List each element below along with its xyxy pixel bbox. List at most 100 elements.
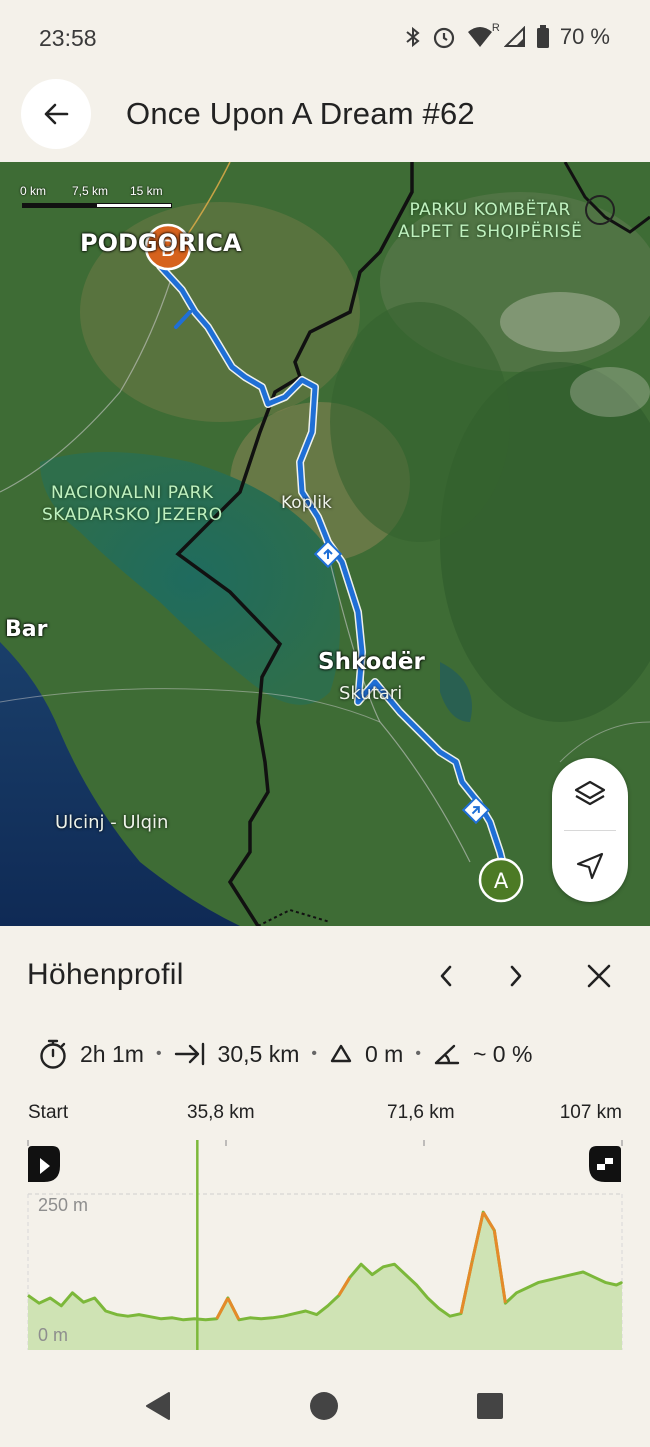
system-back-button[interactable] <box>140 1388 176 1424</box>
recents-square-icon <box>477 1393 503 1419</box>
elevation-point <box>104 1310 107 1312</box>
distance-value: 30,5 km <box>217 1040 300 1067</box>
home-circle-icon <box>310 1392 338 1420</box>
elevation-point <box>371 1273 373 1276</box>
elevation-point <box>160 1318 163 1320</box>
map-label-ulcinj: Ulcinj - Ulqin <box>55 812 169 833</box>
elevation-point <box>204 1319 207 1321</box>
system-nav-bar <box>0 1366 650 1447</box>
start-flag <box>28 1146 60 1182</box>
map-scale: 0 km 7,5 km 15 km <box>20 184 175 210</box>
map-controls <box>552 758 628 902</box>
previous-button[interactable] <box>426 956 466 996</box>
axis-ticks <box>27 1136 623 1146</box>
map-label-park-albania: PARKU KOMBËTAR ALPET E SHQIPËRISË <box>398 200 583 242</box>
chevron-right-icon <box>510 965 522 987</box>
back-button[interactable] <box>21 79 91 149</box>
elevation-point <box>571 1273 573 1276</box>
elevation-point <box>82 1301 85 1303</box>
elevation-point <box>349 1276 351 1278</box>
elevation-point <box>426 1297 429 1299</box>
elevation-point <box>621 1281 623 1284</box>
header: Once Upon A Dream #62 <box>0 76 650 162</box>
chevron-left-icon <box>440 965 452 987</box>
wifi-icon: R <box>466 22 500 48</box>
stat-gradient: ~ 0 % <box>433 1041 532 1068</box>
distance-arrow-icon <box>174 1042 204 1066</box>
back-triangle-icon <box>146 1392 170 1420</box>
elevation-point <box>549 1279 551 1281</box>
chart-min-label: 0 m <box>38 1325 69 1345</box>
signal-icon <box>503 26 526 48</box>
elevation-chart[interactable]: 250 m 0 m <box>0 1098 650 1350</box>
elevation-point <box>360 1263 362 1265</box>
elevation-point <box>593 1276 596 1278</box>
elevation-point <box>449 1315 451 1317</box>
stopwatch-icon <box>40 1039 66 1069</box>
elevation-value: 0 m <box>364 1040 404 1067</box>
close-icon <box>587 964 611 988</box>
navigation-arrow-icon <box>576 852 604 880</box>
elevation-point <box>71 1292 74 1294</box>
status-icons: R 70 % <box>404 22 610 50</box>
status-bar: 23:58 R 70 % <box>0 0 650 76</box>
map-view[interactable]: B A 0 km 7,5 km 15 km PODGORICA PARKU KO… <box>0 162 650 926</box>
axis-label-tick1: 35,8 km <box>187 1102 255 1123</box>
map-label-park-skadar: NACIONALNI PARK SKADARSKO JEZERO <box>42 483 223 525</box>
elevation-point <box>138 1313 140 1316</box>
elevation-point <box>38 1302 40 1304</box>
gradient-angle-icon <box>434 1044 460 1065</box>
stat-distance: 30,5 km <box>174 1040 300 1068</box>
elevation-point <box>615 1284 618 1286</box>
elevation-point <box>304 1310 307 1312</box>
system-home-button[interactable] <box>306 1388 342 1424</box>
elevation-point <box>116 1313 118 1316</box>
start-marker[interactable]: A <box>478 857 524 903</box>
layers-button[interactable] <box>552 758 628 830</box>
elevation-point <box>60 1305 63 1307</box>
elevation-point <box>293 1312 296 1315</box>
locate-button[interactable] <box>552 830 628 902</box>
duration-value: 2h 1m <box>80 1040 144 1067</box>
elevation-point <box>393 1263 396 1265</box>
scale-label-1: 7,5 km <box>72 184 109 198</box>
axis-label-tick2: 71,6 km <box>387 1102 455 1123</box>
axis-label-start: Start <box>28 1102 69 1123</box>
elevation-point <box>415 1284 418 1286</box>
stat-duration: 2h 1m <box>38 1038 144 1070</box>
panel-title: Höhenprofil <box>27 958 184 991</box>
elevation-point <box>404 1273 407 1276</box>
bluetooth-icon <box>404 26 422 48</box>
elevation-point <box>515 1292 518 1294</box>
elevation-point <box>582 1271 584 1273</box>
close-button[interactable] <box>579 956 619 996</box>
elevation-point <box>271 1316 274 1319</box>
elevation-point <box>382 1266 385 1268</box>
network-badge: R <box>491 22 500 34</box>
elevation-point <box>49 1297 52 1299</box>
elevation-point <box>193 1318 196 1320</box>
system-recents-button[interactable] <box>472 1388 508 1424</box>
elevation-point <box>438 1307 440 1310</box>
battery-icon <box>536 25 550 49</box>
chart-max-label: 250 m <box>38 1195 89 1215</box>
elevation-point <box>526 1286 529 1289</box>
scale-label-2: 15 km <box>130 184 163 198</box>
map-label-skutari: Skutari <box>339 683 403 704</box>
axis-label-end: 107 km <box>559 1102 622 1123</box>
scale-label-0: 0 km <box>20 184 47 198</box>
stat-elevation: 0 m <box>329 1041 403 1068</box>
elevation-point <box>249 1316 251 1319</box>
elevation-point <box>604 1281 607 1284</box>
elevation-point <box>260 1318 262 1320</box>
map-label-bar: Bar <box>5 617 48 642</box>
elevation-point <box>182 1319 185 1321</box>
elevation-point <box>315 1313 318 1316</box>
finish-flag <box>589 1146 621 1182</box>
elevation-point <box>238 1319 240 1321</box>
next-button[interactable] <box>496 956 536 996</box>
elevation-panel: Höhenprofil 2h 1m • 30,5 km • 0 m • ~ 0 … <box>0 926 650 1366</box>
elevation-point <box>171 1316 174 1319</box>
elevation-point <box>127 1315 129 1317</box>
elevation-point <box>93 1297 96 1299</box>
